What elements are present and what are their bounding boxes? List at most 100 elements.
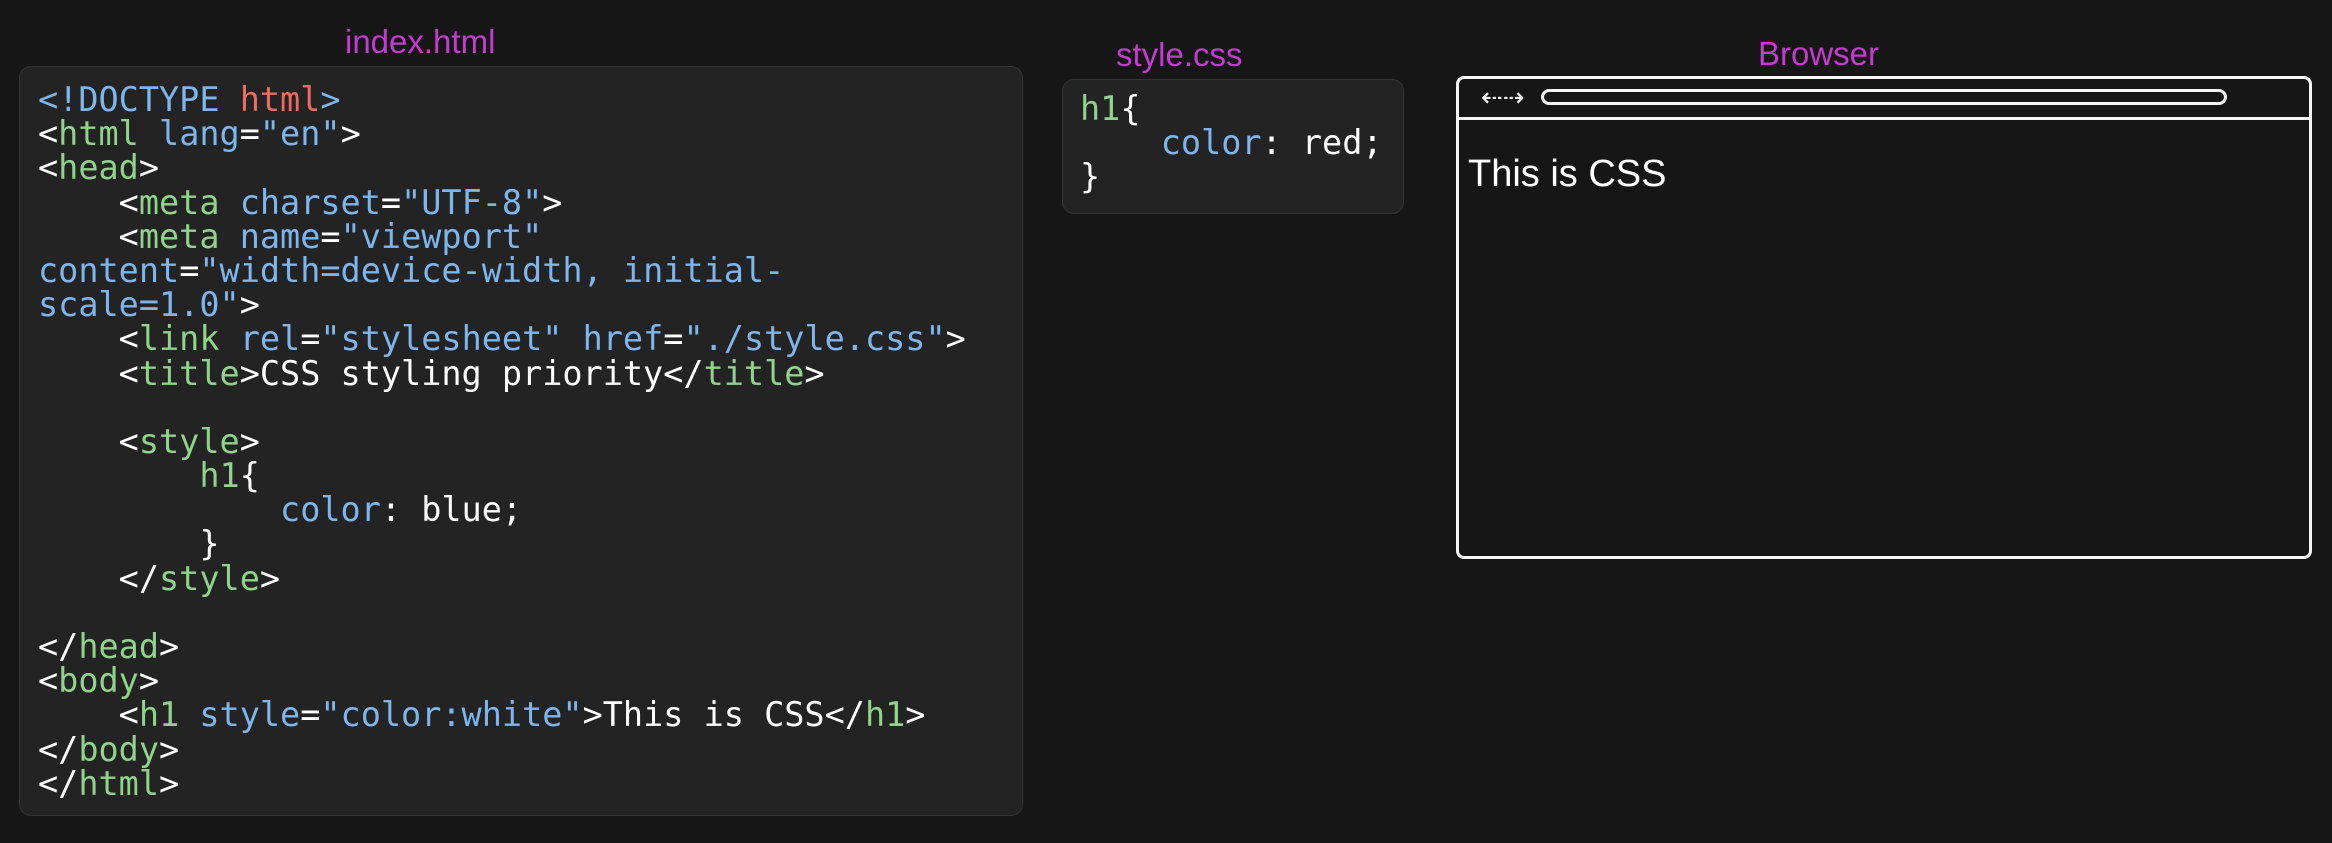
- code-token: =: [239, 114, 260, 154]
- index-html-panel: <!DOCTYPE html> <html lang="en"> <head> <m…: [19, 66, 1023, 816]
- code-line: <head>: [38, 151, 966, 185]
- code-token: </: [38, 729, 79, 769]
- index-html-label: index.html: [345, 23, 496, 60]
- code-token: charset: [239, 182, 381, 222]
- code-line: </body>: [38, 729, 966, 769]
- code-token: title: [703, 353, 805, 393]
- code-token: body: [78, 729, 160, 769]
- code-token: body: [58, 661, 139, 701]
- code-token: <: [38, 661, 59, 701]
- code-line: <body>: [38, 664, 966, 698]
- code-token: <: [38, 353, 139, 393]
- code-line: </head>: [38, 627, 966, 666]
- code-line: <link rel="stylesheet" href="./style.css…: [38, 322, 966, 356]
- code-token: >: [239, 285, 260, 325]
- code-token: html: [239, 80, 321, 119]
- back-forward-icon[interactable]: ⇠⇢: [1481, 83, 1525, 113]
- code-token: rel: [239, 319, 301, 359]
- code-token: "width=device-width, initial-: [199, 250, 785, 290]
- code-token: link: [138, 319, 220, 359]
- code-token: >: [340, 114, 361, 154]
- code-token: : red;: [1261, 123, 1383, 163]
- code-token: >: [905, 695, 926, 735]
- browser-toolbar-divider: [1459, 117, 2309, 120]
- code-token: >: [138, 148, 160, 188]
- code-token: >: [138, 661, 160, 701]
- code-token: "stylesheet": [320, 319, 563, 359]
- code-token: h1: [864, 695, 906, 735]
- code-token: head: [58, 148, 139, 188]
- code-token: name: [239, 216, 321, 256]
- style-css-code: h1{ color: red;}: [1080, 89, 1383, 195]
- code-token: style: [199, 695, 301, 735]
- code-token: =: [300, 695, 321, 735]
- address-bar[interactable]: [1541, 89, 2227, 105]
- code-token: : blue;: [380, 490, 523, 530]
- code-token: >: [542, 182, 563, 222]
- code-token: style: [138, 421, 240, 461]
- browser-window: ⇠⇢ This is CSS: [1456, 76, 2312, 559]
- code-line: <h1 style="color:white">This is CSS</h1>: [38, 698, 966, 732]
- code-token: h1: [1080, 89, 1121, 128]
- code-line: scale=1.0">: [38, 288, 966, 322]
- code-line: <html lang="en">: [38, 117, 966, 151]
- code-token: >: [159, 627, 180, 666]
- code-token: scale=1.0": [38, 285, 240, 325]
- code-token: >: [159, 763, 180, 803]
- index-html-code: <!DOCTYPE html> <html lang="en"> <head> <m…: [38, 80, 966, 803]
- code-token: >CSS styling priority</: [239, 353, 704, 393]
- code-token: <: [38, 421, 139, 461]
- code-token: =: [300, 319, 321, 359]
- code-token: color: [280, 490, 381, 530]
- code-token: =: [179, 250, 200, 290]
- code-token: >: [159, 729, 180, 769]
- code-token: html: [78, 763, 160, 803]
- code-token: <: [38, 216, 139, 256]
- style-css-label: style.css: [1116, 36, 1243, 73]
- code-token: =: [663, 319, 684, 359]
- code-line: h1{: [1080, 89, 1383, 128]
- code-token: "./style.css": [683, 319, 946, 359]
- code-line: </style>: [38, 558, 966, 598]
- code-line: <title>CSS styling priority</title>: [38, 353, 966, 393]
- code-token: >: [239, 421, 260, 461]
- code-token: >This is CSS</: [582, 695, 865, 735]
- code-token: }: [38, 524, 220, 564]
- code-token: <: [38, 114, 59, 154]
- code-line: }: [1080, 160, 1383, 194]
- code-token: title: [138, 353, 240, 393]
- code-token: <: [38, 695, 139, 735]
- code-token: >: [804, 353, 825, 393]
- code-token: <: [38, 148, 59, 188]
- code-token: head: [78, 627, 160, 666]
- code-line: color: red;: [1080, 126, 1383, 160]
- code-line: content="width=device-width, initial-: [38, 250, 966, 290]
- code-token: >: [259, 558, 281, 598]
- code-token: </: [38, 627, 79, 666]
- code-token: meta: [138, 182, 220, 222]
- code-token: meta: [138, 216, 220, 256]
- code-token: content: [38, 250, 180, 290]
- browser-label: Browser: [1758, 35, 1880, 72]
- code-line: h1{: [38, 456, 966, 495]
- code-token: "color:white": [320, 695, 583, 735]
- code-token: "UTF-8": [401, 182, 543, 222]
- rendered-heading: This is CSS: [1468, 153, 1667, 195]
- code-line: <meta name="viewport": [38, 216, 966, 256]
- code-token: style: [159, 558, 260, 598]
- code-token: html: [58, 114, 139, 154]
- code-token: {: [1120, 89, 1141, 128]
- code-token: href: [582, 319, 664, 359]
- code-token: >: [320, 80, 341, 119]
- code-token: =: [380, 182, 402, 222]
- code-token: </: [38, 763, 79, 803]
